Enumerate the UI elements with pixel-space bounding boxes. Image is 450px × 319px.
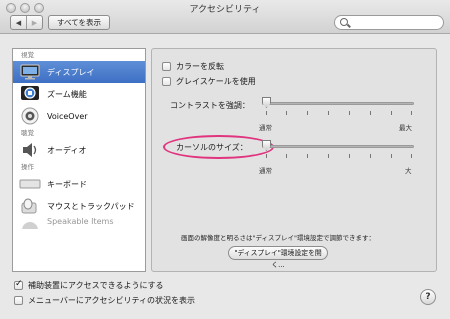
cursor-size-ticks <box>266 154 412 158</box>
cursor-size-min-label: 通常 <box>259 167 272 175</box>
sidebar-item-label: オーディオ <box>47 145 87 155</box>
sidebar-item-label: ディスプレイ <box>47 67 95 77</box>
cursor-size-slider[interactable] <box>262 145 414 148</box>
display-icon <box>19 63 41 81</box>
mouse-icon <box>19 197 41 215</box>
sidebar-item-label: VoiceOver <box>47 111 88 121</box>
sidebar-item-label: ズーム機能 <box>47 89 87 99</box>
sidebar-item-voiceover[interactable]: VoiceOver <box>13 105 145 127</box>
zoom-icon <box>19 85 41 103</box>
speaker-icon <box>19 141 41 159</box>
contrast-label: コントラストを強調： <box>170 101 250 110</box>
preferences-window: アクセシビリティ ◀ ▶ すべてを表示 視覚 ディスプレイ ズーム機能 Voic… <box>0 0 450 319</box>
forward-button[interactable]: ▶ <box>26 16 42 29</box>
group-header-vision: 視覚 <box>21 51 34 59</box>
contrast-ticks <box>266 111 412 115</box>
checkbox-box[interactable] <box>14 279 23 290</box>
display-note: 画面の解像度と明るさは"ディスプレイ"環境設定で調節できます： <box>181 234 376 242</box>
sidebar-item-label: Speakable Items <box>47 217 114 226</box>
group-header-hearing: 聴覚 <box>21 129 34 137</box>
show-all-button[interactable]: すべてを表示 <box>48 15 110 30</box>
sidebar-item-audio[interactable]: オーディオ <box>13 139 145 161</box>
enable-access-checkbox[interactable]: 補助装置にアクセスできるようにする <box>14 279 164 291</box>
checkbox-box[interactable] <box>162 77 171 86</box>
checkbox-box[interactable] <box>14 296 23 305</box>
sidebar-item-speakable-items[interactable]: Speakable Items <box>13 217 145 229</box>
keyboard-icon <box>19 175 41 193</box>
sidebar-item-label: キーボード <box>47 179 87 189</box>
sidebar-item-display[interactable]: ディスプレイ <box>13 61 145 83</box>
category-list[interactable]: 視覚 ディスプレイ ズーム機能 VoiceOver 聴覚 オーディオ 操作 キー… <box>12 48 146 272</box>
window-title: アクセシビリティ <box>189 5 261 15</box>
sidebar-item-mouse-trackpad[interactable]: マウスとトラックパッド <box>13 195 145 217</box>
checkbox-label: 補助装置にアクセスできるようにする <box>28 281 164 290</box>
search-field[interactable] <box>334 15 444 30</box>
cursor-size-max-label: 大 <box>405 167 412 175</box>
back-button[interactable]: ◀ <box>11 16 26 29</box>
menubar-status-checkbox[interactable]: メニューバーにアクセシビリティの状況を表示 <box>14 295 195 306</box>
speakable-items-icon <box>19 217 41 229</box>
contrast-min-label: 通常 <box>259 124 272 132</box>
open-display-preferences-button[interactable]: "ディスプレイ"環境設定を開く... <box>228 246 328 269</box>
checkbox-label: メニューバーにアクセシビリティの状況を表示 <box>28 296 196 305</box>
voiceover-icon <box>19 107 41 125</box>
grayscale-checkbox[interactable]: グレイスケールを使用 <box>162 76 256 87</box>
invert-colors-checkbox[interactable]: カラーを反転 <box>162 61 224 72</box>
sidebar-item-label: マウスとトラックパッド <box>47 201 135 211</box>
checkbox-box[interactable] <box>162 62 171 71</box>
toolbar: アクセシビリティ ◀ ▶ すべてを表示 <box>0 0 450 34</box>
search-icon <box>340 18 348 26</box>
checkbox-label: グレイスケールを使用 <box>176 77 256 86</box>
cursor-size-label: カーソルのサイズ： <box>176 143 248 152</box>
back-forward-group: ◀ ▶ <box>10 15 43 30</box>
sidebar-item-zoom[interactable]: ズーム機能 <box>13 83 145 105</box>
checkbox-label: カラーを反転 <box>176 62 224 71</box>
group-header-interaction: 操作 <box>21 163 34 171</box>
help-button[interactable]: ? <box>420 289 436 305</box>
contrast-slider[interactable] <box>262 102 414 105</box>
contrast-max-label: 最大 <box>399 124 412 132</box>
sidebar-item-keyboard[interactable]: キーボード <box>13 173 145 195</box>
